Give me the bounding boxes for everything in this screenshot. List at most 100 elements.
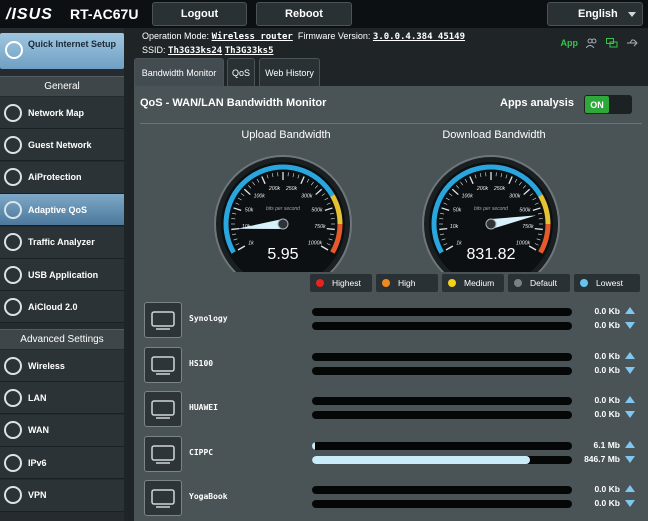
aicloud-2-0-icon: [4, 297, 22, 316]
client-name: HS100: [189, 358, 214, 368]
download-rate-value: 0.0: [594, 498, 607, 508]
sidebar-item-usb-application[interactable]: USB Application: [0, 259, 124, 291]
download-rate-unit: Kb: [608, 409, 620, 419]
guest-network-icon: [4, 135, 22, 154]
sidebar-item-aicloud-2-0[interactable]: AiCloud 2.0: [0, 291, 124, 324]
sidebar-item-network-map[interactable]: Network Map: [0, 97, 124, 129]
sidebar-item-label: AiCloud 2.0: [28, 301, 78, 312]
client-row[interactable]: Synology 0.0 Kb 0.0 Kb: [144, 300, 644, 340]
upload-rate: 0.0 Kb: [542, 351, 620, 361]
gauge-tick: [534, 227, 543, 231]
sidebar-item-aiprotection[interactable]: AiProtection: [0, 161, 124, 194]
lan-icon: [4, 388, 22, 407]
upload-bar: [312, 397, 572, 405]
legend-label: Default: [530, 278, 557, 288]
client-device-icon[interactable]: [144, 302, 182, 338]
legend-dot: [448, 279, 456, 287]
download-bar: [312, 322, 572, 330]
sidebar-item-guest-network[interactable]: Guest Network: [0, 129, 124, 162]
upload-arrow-icon: [625, 485, 635, 492]
download-rate: 0.0 Kb: [542, 498, 620, 508]
sidebar-item-label: AiProtection: [28, 172, 82, 183]
client-device-icon[interactable]: [144, 435, 182, 472]
client-device-icon[interactable]: [144, 346, 182, 383]
ssid-5-link[interactable]: Th3G33ks5: [225, 46, 274, 56]
reboot-button[interactable]: Reboot: [256, 2, 352, 26]
upload-bar: [312, 308, 572, 316]
sidebar-item-vpn[interactable]: VPN: [0, 479, 124, 512]
gauge-tick-label: 250k: [493, 186, 506, 192]
client-device-icon[interactable]: [144, 391, 182, 427]
download-rate-value: 846.7: [584, 453, 606, 464]
gauge-tick-label: 50k: [245, 207, 254, 213]
upload-rate-unit: Mb: [607, 439, 620, 450]
upload-rate: 0.0 Kb: [542, 395, 620, 405]
client-row[interactable]: YogaBook 0.0 Kb 0.0 Kb: [144, 478, 644, 518]
tab-qos[interactable]: QoS: [227, 58, 255, 86]
apps-analysis-toggle[interactable]: ON: [584, 95, 632, 114]
gauge-tick-label: 100k: [462, 194, 474, 200]
download-arrow-icon: [625, 411, 635, 418]
ssid-24-link[interactable]: Th3G33ks24: [168, 46, 222, 56]
tab-bandwidth-monitor[interactable]: Bandwidth Monitor: [134, 58, 224, 86]
tab-web-history[interactable]: Web History: [259, 58, 320, 86]
ssid-label: SSID:: [142, 45, 166, 55]
fw-link[interactable]: 3.0.0.4.384_45149: [373, 32, 465, 42]
quick-internet-setup-button[interactable]: Quick Internet Setup: [0, 33, 124, 69]
logout-button[interactable]: Logout: [152, 2, 247, 26]
legend-dot: [382, 279, 390, 287]
sidebar-item-lan[interactable]: LAN: [0, 382, 124, 415]
client-row[interactable]: CIPPC 6.1 Mb 846.7 Mb: [144, 434, 644, 474]
sidebar-item-wan[interactable]: WAN: [0, 414, 124, 447]
users-icon[interactable]: [586, 38, 598, 48]
download-rate-value: 0.0: [594, 364, 607, 375]
download-gauge-title: Download Bandwidth: [442, 129, 546, 141]
upload-value: 5.95: [267, 246, 299, 263]
sidebar-item-adaptive-qos[interactable]: Adaptive QoS: [0, 194, 124, 227]
device-icon: [151, 311, 175, 330]
legend-dot: [316, 279, 324, 287]
upload-rate-value: 0.0: [594, 395, 607, 405]
sidebar-item-wireless[interactable]: Wireless: [0, 350, 124, 382]
op-mode-link[interactable]: Wireless router: [212, 32, 293, 42]
gauge-tick-label: 750k: [314, 224, 326, 230]
gauge-tick-label: 250k: [285, 186, 298, 192]
sidebar-item-ipv6[interactable]: IPv6: [0, 447, 124, 480]
wireless-icon: [4, 356, 22, 375]
download-arrow-icon: [625, 366, 635, 374]
gauge-caption: bits per second: [474, 206, 508, 212]
client-row[interactable]: HUAWEI 0.0 Kb 0.0 Kb: [144, 389, 644, 429]
upload-rate-unit: Kb: [608, 395, 620, 405]
upload-bar: [312, 441, 572, 450]
language-select[interactable]: English: [547, 2, 643, 26]
client-device-icon[interactable]: [144, 480, 182, 516]
sidebar-item-label: Wireless: [28, 360, 65, 371]
network-map-icon: [4, 103, 22, 122]
sidebar-item-label: USB Application: [28, 269, 99, 280]
usb-icon[interactable]: [626, 38, 638, 48]
legend-highest: Highest: [310, 274, 372, 292]
upload-rate: 6.1 Mb: [542, 440, 620, 450]
download-rate: 0.0 Kb: [542, 320, 620, 330]
download-bar: [312, 366, 572, 375]
sidebar-item-label: Traffic Analyzer: [28, 237, 95, 248]
download-rate: 0.0 Kb: [542, 409, 620, 419]
upload-rate-value: 0.0: [594, 484, 607, 494]
client-row[interactable]: HS100 0.0 Kb 0.0 Kb: [144, 345, 644, 385]
sidebar-item-label: Adaptive QoS: [28, 204, 88, 215]
upload-arrow-icon: [625, 307, 635, 314]
download-arrow-icon: [625, 455, 635, 463]
legend-label: High: [398, 278, 416, 288]
gauge-caption: bits per second: [266, 206, 300, 212]
sidebar-item-traffic-analyzer[interactable]: Traffic Analyzer: [0, 226, 124, 259]
gauge-tick-label: 50k: [453, 207, 462, 213]
app-status[interactable]: App: [561, 38, 579, 48]
traffic-analyzer-icon: [4, 233, 22, 252]
client-name: YogaBook: [189, 492, 228, 501]
download-value: 831.82: [466, 246, 516, 263]
network-icon[interactable]: [606, 38, 618, 48]
wan-icon: [4, 421, 22, 440]
client-name: HUAWEI: [189, 403, 218, 412]
upload-rate-value: 6.1: [593, 439, 606, 450]
language-value: English: [578, 8, 618, 20]
